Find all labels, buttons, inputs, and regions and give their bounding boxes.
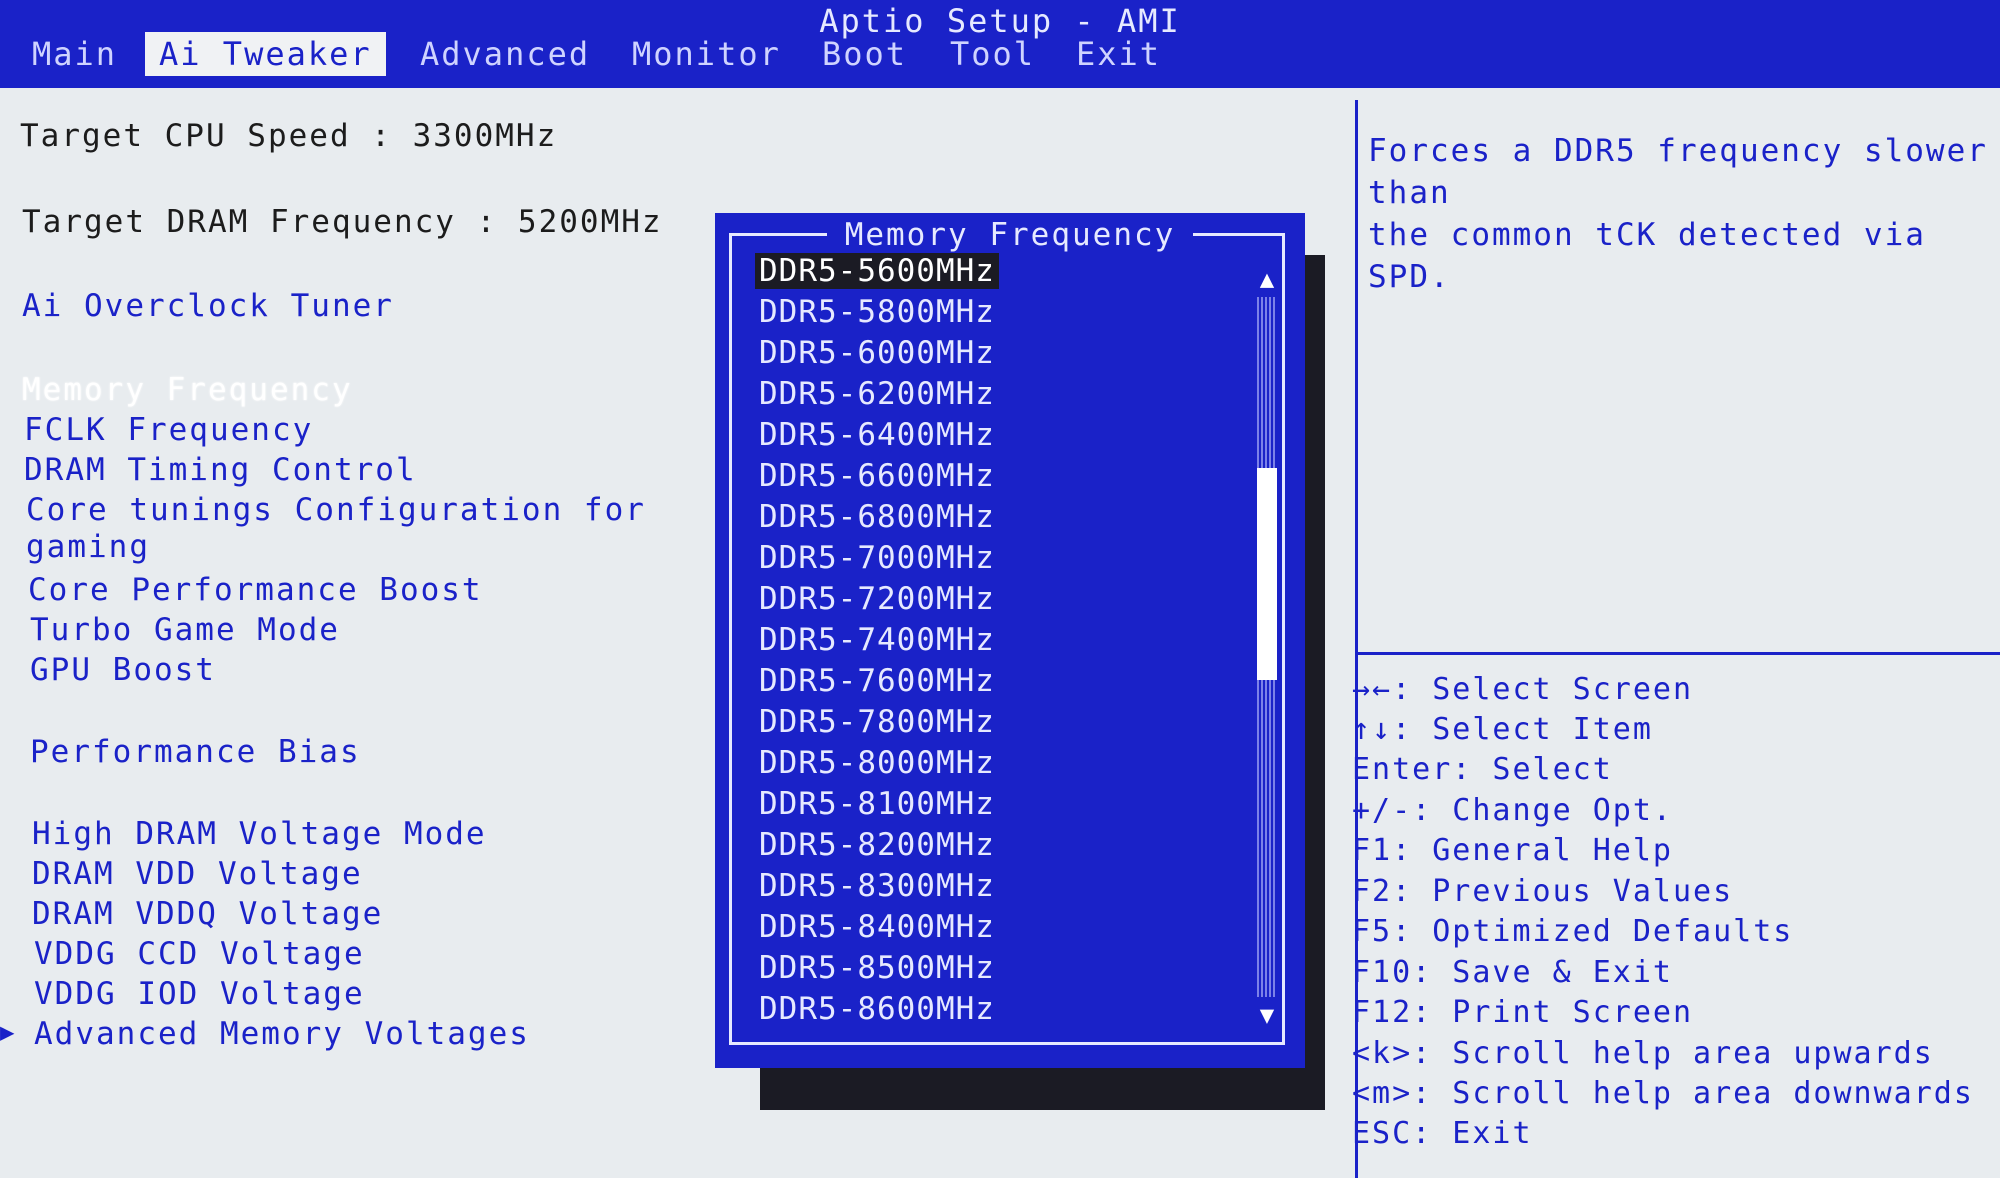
option-ddr5-6000[interactable]: DDR5-6000MHz [755, 335, 999, 371]
key-f2: F2: Previous Values [1352, 874, 1734, 909]
key-esc: ESC: Exit [1352, 1116, 1533, 1151]
help-line: the common tCK detected via [1368, 217, 1926, 253]
menu-vddg-iod-voltage[interactable]: VDDG IOD Voltage [34, 976, 365, 1012]
key-change-opt: +/-: Change Opt. [1352, 793, 1673, 828]
menu-core-tunings-cont[interactable]: gaming [26, 529, 150, 565]
tab-advanced[interactable]: Advanced [406, 32, 604, 76]
key-f1: F1: General Help [1352, 833, 1673, 868]
tab-tool[interactable]: Tool [936, 32, 1049, 76]
key-f5: F5: Optimized Defaults [1352, 914, 1794, 949]
option-ddr5-6800[interactable]: DDR5-6800MHz [755, 499, 999, 535]
option-ddr5-5800[interactable]: DDR5-5800MHz [755, 294, 999, 330]
key-enter: Enter: Select [1352, 752, 1613, 787]
tab-exit[interactable]: Exit [1062, 32, 1175, 76]
option-ddr5-8000[interactable]: DDR5-8000MHz [755, 745, 999, 781]
option-ddr5-8300[interactable]: DDR5-8300MHz [755, 868, 999, 904]
menu-fclk-frequency[interactable]: FCLK Frequency [24, 412, 313, 448]
menu-memory-frequency[interactable]: Memory Frequency [22, 372, 353, 408]
help-divider [1358, 652, 2000, 655]
key-f10: F10: Save & Exit [1352, 955, 1673, 990]
help-area: Forces a DDR5 frequency slower than the … [1368, 130, 1993, 298]
menu-dram-vddq-voltage[interactable]: DRAM VDDQ Voltage [32, 896, 383, 932]
option-ddr5-7200[interactable]: DDR5-7200MHz [755, 581, 999, 617]
scroll-down-icon[interactable]: ▼ [1253, 1001, 1281, 1029]
option-ddr5-6600[interactable]: DDR5-6600MHz [755, 458, 999, 494]
popup-title-text: Memory Frequency [826, 217, 1194, 253]
target-dram-frequency: Target DRAM Frequency : 5200MHz [22, 204, 663, 240]
menu-core-performance-boost[interactable]: Core Performance Boost [28, 572, 483, 608]
option-ddr5-7800[interactable]: DDR5-7800MHz [755, 704, 999, 740]
help-line: Forces a DDR5 frequency slower [1368, 133, 1988, 169]
menu-vddg-ccd-voltage[interactable]: VDDG CCD Voltage [34, 936, 365, 972]
menu-advanced-memory-voltages[interactable]: Advanced Memory Voltages [34, 1016, 530, 1052]
key-select-screen: →←: Select Screen [1352, 672, 1694, 707]
tab-main[interactable]: Main [18, 32, 131, 76]
popup-title: Memory Frequency [715, 217, 1305, 253]
option-ddr5-8200[interactable]: DDR5-8200MHz [755, 827, 999, 863]
option-ddr5-7600[interactable]: DDR5-7600MHz [755, 663, 999, 699]
submenu-arrow-icon: ▶ [0, 1018, 15, 1046]
top-bar: Aptio Setup - AMI Main Ai Tweaker Advanc… [0, 0, 2000, 86]
option-ddr5-6200[interactable]: DDR5-6200MHz [755, 376, 999, 412]
menu-dram-vdd-voltage[interactable]: DRAM VDD Voltage [32, 856, 363, 892]
option-ddr5-8400[interactable]: DDR5-8400MHz [755, 909, 999, 945]
key-f12: F12: Print Screen [1352, 995, 1694, 1030]
menu-ai-overclock-tuner[interactable]: Ai Overclock Tuner [22, 288, 394, 324]
menu-high-dram-voltage-mode[interactable]: High DRAM Voltage Mode [32, 816, 487, 852]
scroll-up-icon[interactable]: ▲ [1253, 265, 1281, 293]
menu-gpu-boost[interactable]: GPU Boost [30, 652, 216, 688]
tab-ai-tweaker[interactable]: Ai Tweaker [145, 32, 386, 76]
help-line: than [1368, 175, 1451, 211]
menu-dram-timing-control[interactable]: DRAM Timing Control [24, 452, 417, 488]
popup-scrollbar-thumb[interactable] [1257, 468, 1277, 680]
option-ddr5-5600[interactable]: DDR5-5600MHz [755, 253, 999, 289]
menu-core-tunings[interactable]: Core tunings Configuration for [26, 492, 646, 528]
option-ddr5-7000[interactable]: DDR5-7000MHz [755, 540, 999, 576]
memory-frequency-popup: Memory Frequency DDR5-5600MHz DDR5-5800M… [715, 213, 1305, 1068]
target-cpu-speed: Target CPU Speed : 3300MHz [20, 118, 558, 154]
tab-boot[interactable]: Boot [808, 32, 921, 76]
option-ddr5-8100[interactable]: DDR5-8100MHz [755, 786, 999, 822]
option-ddr5-7400[interactable]: DDR5-7400MHz [755, 622, 999, 658]
option-ddr5-6400[interactable]: DDR5-6400MHz [755, 417, 999, 453]
key-scroll-up: <k>: Scroll help area upwards [1352, 1036, 1934, 1071]
key-scroll-down: <m>: Scroll help area downwards [1352, 1076, 1974, 1111]
key-select-item: ↑↓: Select Item [1352, 712, 1653, 747]
help-line: SPD. [1368, 259, 1451, 295]
option-ddr5-8600[interactable]: DDR5-8600MHz [755, 991, 999, 1027]
menu-performance-bias[interactable]: Performance Bias [30, 734, 361, 770]
tab-monitor[interactable]: Monitor [618, 32, 795, 76]
option-ddr5-8500[interactable]: DDR5-8500MHz [755, 950, 999, 986]
menu-turbo-game-mode[interactable]: Turbo Game Mode [30, 612, 340, 648]
